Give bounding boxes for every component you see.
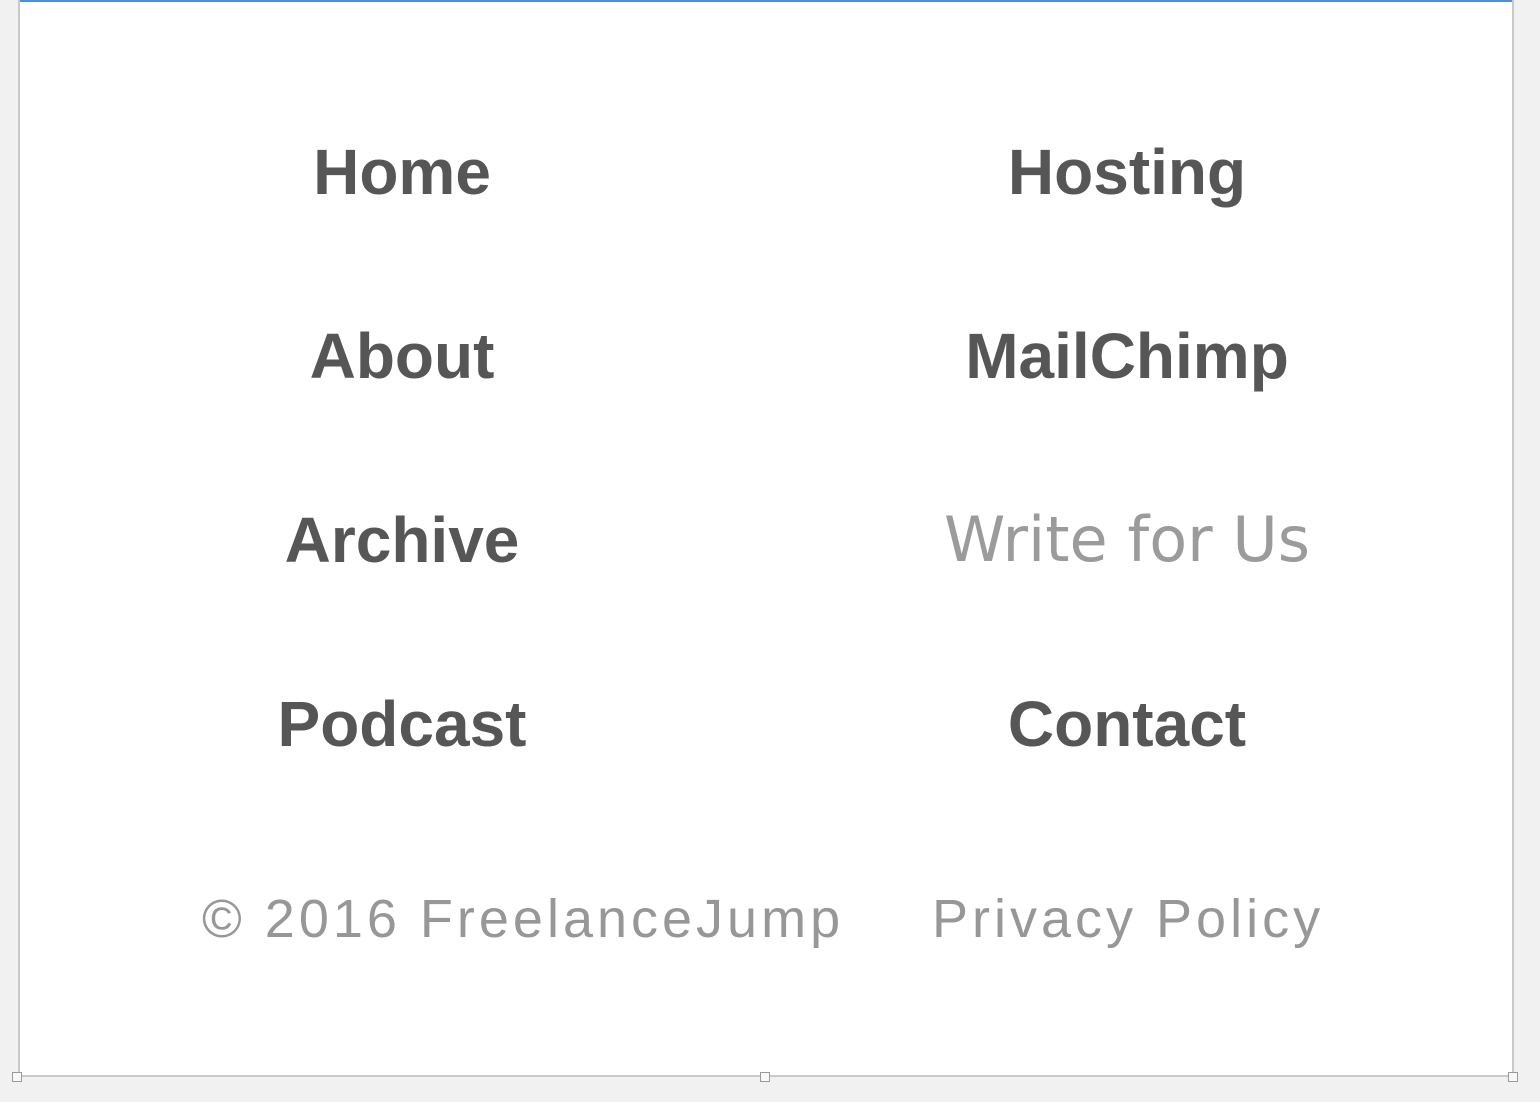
- resize-handle-bottom-left[interactable]: [12, 1072, 22, 1082]
- nav-link-hosting[interactable]: Hosting: [777, 132, 1477, 212]
- copyright-text: © 2016 FreelanceJump: [202, 889, 845, 949]
- privacy-policy-link[interactable]: Privacy Policy: [932, 884, 1324, 954]
- resize-handle-bottom-right[interactable]: [1508, 1072, 1518, 1082]
- nav-link-write-for-us[interactable]: Write for Us: [777, 500, 1477, 580]
- nav-link-archive[interactable]: Archive: [52, 500, 752, 580]
- footer-canvas: Home Hosting About MailChimp Archive Wri…: [18, 0, 1514, 1077]
- nav-link-contact[interactable]: Contact: [777, 684, 1477, 764]
- resize-handle-bottom-center[interactable]: [760, 1072, 770, 1082]
- nav-link-mailchimp[interactable]: MailChimp: [777, 316, 1477, 396]
- nav-link-podcast[interactable]: Podcast: [52, 684, 752, 764]
- nav-link-about[interactable]: About: [52, 316, 752, 396]
- nav-link-home[interactable]: Home: [52, 132, 752, 212]
- selection-top-border: [20, 0, 1512, 2]
